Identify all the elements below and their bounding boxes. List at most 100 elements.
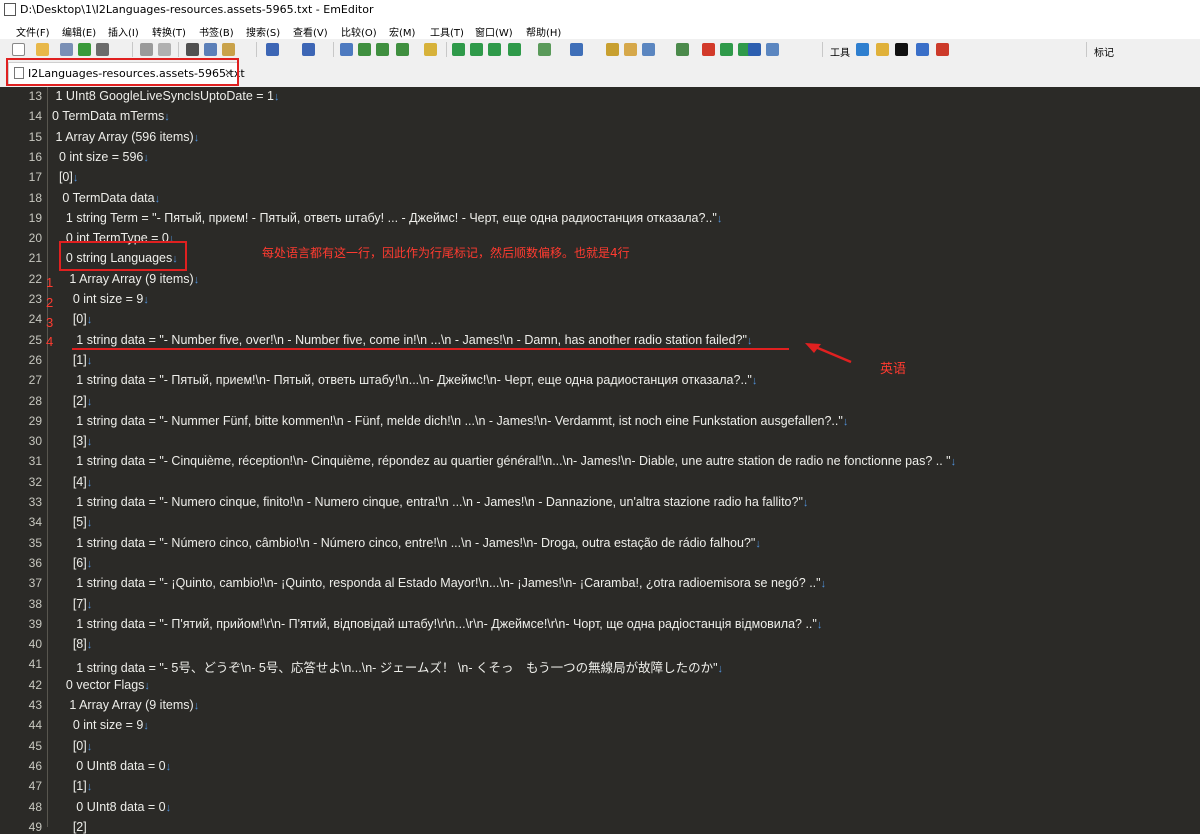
view-window-wrap-icon[interactable] (488, 43, 501, 56)
line-number: 31 (28, 454, 42, 469)
find-icon[interactable] (340, 43, 353, 56)
copy-icon[interactable] (204, 43, 217, 56)
code-line[interactable]: 1 string data = "- ¡Quinto, cambio!\n- ¡… (52, 576, 826, 590)
code-line[interactable]: 1 Array Array (9 items)↓ (52, 272, 199, 286)
line-number: 25 (28, 332, 42, 347)
print-icon[interactable] (140, 43, 153, 56)
code-line[interactable]: 1 string data = "- 5号、どうぞ\n- 5号、応答せよ\n..… (52, 657, 723, 676)
line-number: 20 (28, 231, 42, 246)
code-line[interactable]: 1 string data = "- П'ятий, прийом!\r\n- … (52, 617, 822, 631)
menu-tools[interactable]: 工具(T) (430, 24, 464, 39)
code-line[interactable]: 0 UInt8 data = 0↓ (52, 800, 171, 814)
highlight-icon[interactable] (424, 43, 437, 56)
powershell-icon[interactable] (916, 43, 929, 56)
font-icon[interactable] (606, 43, 619, 56)
code-line[interactable]: 1 string data = "- Numero cinque, finito… (52, 495, 808, 509)
replace-icon[interactable] (396, 43, 409, 56)
code-line[interactable]: 1 Array Array (9 items)↓ (52, 698, 199, 712)
pin-icon[interactable] (936, 43, 949, 56)
refresh-icon[interactable] (78, 43, 91, 56)
line-number: 42 (28, 677, 42, 692)
menu-help[interactable]: 帮助(H) (526, 24, 561, 39)
code-line-text: 0 TermData mTerms (52, 109, 165, 124)
menu-convert[interactable]: 转换(T) (152, 24, 186, 39)
open-folder-icon[interactable] (36, 43, 49, 56)
menu-file[interactable]: 文件(F) (16, 24, 50, 39)
code-line[interactable]: [1]↓ (52, 779, 92, 793)
save-all-icon[interactable] (96, 43, 109, 56)
menu-insert[interactable]: 插入(I) (108, 24, 139, 39)
code-line[interactable]: 1 string data = "- Number five, over!\n … (52, 333, 752, 347)
editor[interactable]: 13 1 UInt8 GoogleLiveSyncIsUptoDate = 1↓… (0, 87, 1200, 834)
code-line[interactable]: 0 int size = 9↓ (52, 292, 149, 306)
run-macro-icon[interactable] (720, 43, 733, 56)
menu-bookmark[interactable]: 书签(B) (199, 24, 234, 39)
outline-icon[interactable] (624, 43, 637, 56)
explorer-icon[interactable] (876, 43, 889, 56)
menu-compare[interactable]: 比较(O) (341, 24, 377, 39)
code-line[interactable]: 1 string Term = "- Пятый, прием! - Пятый… (52, 211, 722, 225)
line-number: 37 (28, 576, 42, 591)
code-line[interactable]: 0 vector Flags↓ (52, 678, 150, 692)
menu-search[interactable]: 搜索(S) (246, 24, 280, 39)
code-line[interactable]: [0]↓ (52, 739, 92, 753)
redo-icon[interactable] (302, 43, 315, 56)
find-previous-icon[interactable] (376, 43, 389, 56)
code-line-text: [3] (52, 434, 87, 449)
menu-window[interactable]: 窗口(W) (475, 24, 513, 39)
line-break-icon: ↓ (86, 517, 93, 530)
line-break-icon: ↓ (144, 679, 150, 692)
record-macro-icon[interactable] (702, 43, 715, 56)
find-next-icon[interactable] (358, 43, 371, 56)
code-line[interactable]: [2]↓ (52, 394, 92, 408)
code-line[interactable]: [5]↓ (52, 515, 92, 529)
undo-icon[interactable] (266, 43, 279, 56)
code-line[interactable]: [8]↓ (52, 637, 92, 651)
edge-browser-icon[interactable] (856, 43, 869, 56)
code-line-text: 1 string data = "- Пятый, прием!\n- Пяты… (52, 373, 752, 388)
save-icon[interactable] (60, 43, 73, 56)
cut-icon[interactable] (186, 43, 199, 56)
code-line[interactable]: 1 string data = "- Número cinco, câmbio!… (52, 536, 761, 550)
new-file-icon[interactable] (12, 43, 25, 56)
menu-macro[interactable]: 宏(M) (389, 24, 415, 39)
line-number: 16 (28, 149, 42, 164)
code-line-text: 1 string data = "- Número cinco, câmbio!… (52, 535, 756, 550)
step-label: 3 (46, 315, 54, 330)
chart-icon[interactable] (642, 43, 655, 56)
line-break-icon: ↓ (193, 131, 200, 144)
code-line[interactable]: [0]↓ (52, 170, 78, 184)
view-page-icon[interactable] (508, 43, 521, 56)
code-line[interactable]: [4]↓ (52, 475, 92, 489)
code-line[interactable]: 0 int size = 9↓ (52, 718, 149, 732)
code-line[interactable]: 1 string data = "- Cinquième, réception!… (52, 454, 956, 468)
print-preview-icon[interactable] (158, 43, 171, 56)
line-break-icon: ↓ (154, 192, 161, 205)
code-line[interactable]: 0 TermData mTerms↓ (52, 109, 170, 123)
code-line[interactable]: 0 UInt8 data = 0↓ (52, 759, 171, 773)
encoding-icon[interactable] (538, 43, 551, 56)
plugin-icon[interactable] (766, 43, 779, 56)
code-line[interactable]: 0 int size = 596↓ (52, 150, 149, 164)
code-line[interactable]: 1 string data = "- Пятый, прием!\n- Пяты… (52, 373, 757, 387)
line-break-icon: ↓ (746, 334, 753, 347)
menu-edit[interactable]: 编辑(E) (62, 24, 96, 39)
code-line-text: [5] (52, 515, 87, 530)
code-line[interactable]: [3]↓ (52, 434, 92, 448)
command-prompt-icon[interactable] (895, 43, 908, 56)
list-icon[interactable] (676, 43, 689, 56)
code-line[interactable]: [7]↓ (52, 597, 92, 611)
code-line[interactable]: 1 UInt8 GoogleLiveSyncIsUptoDate = 1↓ (52, 89, 279, 103)
code-line[interactable]: 1 Array Array (596 items)↓ (52, 130, 199, 144)
code-line[interactable]: 1 string data = "- Nummer Fünf, bitte ko… (52, 414, 848, 428)
config-icon[interactable] (570, 43, 583, 56)
menu-view[interactable]: 查看(V) (293, 24, 328, 39)
view-wrap-icon[interactable] (470, 43, 483, 56)
paste-icon[interactable] (222, 43, 235, 56)
view-normal-icon[interactable] (452, 43, 465, 56)
window-icon[interactable] (748, 43, 761, 56)
code-line[interactable]: 0 TermData data↓ (52, 191, 160, 205)
code-line[interactable]: [6]↓ (52, 556, 92, 570)
code-line[interactable]: [1]↓ (52, 353, 92, 367)
code-line[interactable]: [0]↓ (52, 312, 92, 326)
